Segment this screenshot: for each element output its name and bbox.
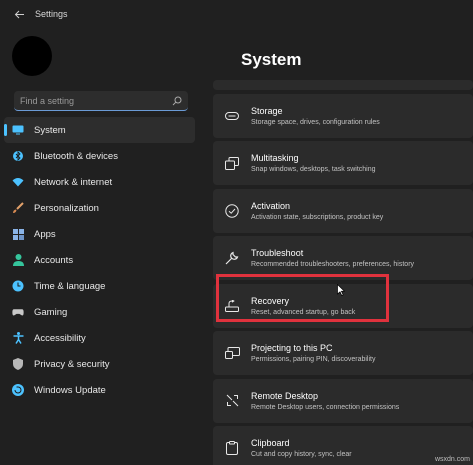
storage-icon xyxy=(224,108,240,124)
settings-list: Storage Storage space, drives, configura… xyxy=(213,80,473,465)
gamepad-icon xyxy=(12,306,24,318)
avatar[interactable] xyxy=(12,36,52,76)
card-subtitle: Permissions, pairing PIN, discoverabilit… xyxy=(251,356,376,363)
card-subtitle: Recommended troubleshooters, preferences… xyxy=(251,261,415,268)
search-icon[interactable] xyxy=(172,96,182,106)
card-subtitle: Snap windows, desktops, task switching xyxy=(251,166,376,173)
sidebar-item-windows-update[interactable]: Windows Update xyxy=(4,377,195,403)
card-title: Recovery xyxy=(251,295,290,306)
card-title: Projecting to this PC xyxy=(251,343,333,353)
accessibility-icon xyxy=(12,332,24,344)
sidebar-nav: System Bluetooth & devices Network & int… xyxy=(4,117,195,403)
clipboard-icon xyxy=(224,440,240,456)
settings-card-activation[interactable]: Activation Activation state, subscriptio… xyxy=(213,188,473,233)
page-title: System xyxy=(241,50,302,69)
settings-card-projecting[interactable]: Projecting to this PC Permissions, pairi… xyxy=(213,331,473,375)
apps-icon xyxy=(12,228,24,240)
card-subtitle: Storage space, drives, configuration rul… xyxy=(251,118,380,126)
sidebar-item-label: Personalization xyxy=(34,202,99,214)
wifi-icon xyxy=(12,176,24,188)
card-subtitle: Cut and copy history, sync, clear xyxy=(251,451,352,458)
sidebar-item-label: Bluetooth & devices xyxy=(34,150,118,162)
sidebar-item-label: Windows Update xyxy=(34,384,106,396)
sidebar-item-accessibility[interactable]: Accessibility xyxy=(4,325,195,351)
sidebar-item-label: Gaming xyxy=(34,306,68,318)
activation-icon xyxy=(224,203,240,219)
title-bar: Settings xyxy=(0,0,473,28)
settings-card-remote-desktop[interactable]: Remote Desktop Remote Desktop users, con… xyxy=(213,378,473,423)
app-title: Settings xyxy=(35,9,68,19)
sidebar-item-label: Accounts xyxy=(34,254,74,266)
sidebar-item-label: Time & language xyxy=(34,280,106,292)
sidebar-item-gaming[interactable]: Gaming xyxy=(4,299,195,325)
sidebar-item-personalization[interactable]: Personalization xyxy=(4,195,195,221)
sidebar-item-accounts[interactable]: Accounts xyxy=(4,247,195,273)
back-arrow-icon xyxy=(14,10,24,18)
sidebar-item-label: Privacy & security xyxy=(34,358,110,370)
remote-desktop-icon xyxy=(224,393,240,409)
bluetooth-icon xyxy=(12,150,24,162)
sidebar-item-bluetooth[interactable]: Bluetooth & devices xyxy=(4,143,195,169)
card-title: Multitasking xyxy=(251,153,299,163)
card-title: Troubleshoot xyxy=(251,248,304,258)
globe-clock-icon xyxy=(12,280,24,292)
sidebar-item-time-language[interactable]: Time & language xyxy=(4,273,195,299)
back-button[interactable] xyxy=(9,4,29,24)
card-title: Storage xyxy=(251,105,283,116)
sidebar-item-label: System xyxy=(34,124,66,136)
sidebar-item-label: Accessibility xyxy=(34,332,86,344)
sidebar-item-privacy[interactable]: Privacy & security xyxy=(4,351,195,377)
search-box[interactable] xyxy=(14,91,188,111)
settings-card-troubleshoot[interactable]: Troubleshoot Recommended troubleshooters… xyxy=(213,236,473,280)
multitasking-icon xyxy=(224,155,240,171)
shield-icon xyxy=(12,358,24,370)
card-title: Clipboard xyxy=(251,438,290,448)
card-subtitle: Reset, advanced startup, go back xyxy=(251,308,356,316)
update-icon xyxy=(12,384,24,396)
brush-icon xyxy=(12,202,24,214)
sidebar-item-system[interactable]: System xyxy=(4,117,195,143)
sidebar-item-label: Network & internet xyxy=(34,176,113,188)
projector-icon xyxy=(224,345,240,361)
card-subtitle: Remote Desktop users, connection permiss… xyxy=(251,403,400,411)
sidebar-item-apps[interactable]: Apps xyxy=(4,221,195,247)
card-title: Activation xyxy=(251,200,291,211)
recovery-icon xyxy=(224,298,240,314)
search-input[interactable] xyxy=(20,95,160,106)
card-title: Remote Desktop xyxy=(251,390,319,401)
system-icon xyxy=(12,124,24,136)
wrench-icon xyxy=(224,250,240,266)
settings-card-storage[interactable]: Storage Storage space, drives, configura… xyxy=(213,93,473,138)
settings-card-partial[interactable] xyxy=(213,80,473,90)
watermark: wsxdn.com xyxy=(434,456,470,463)
sidebar-item-network[interactable]: Network & internet xyxy=(4,169,195,195)
sidebar-item-label: Apps xyxy=(34,228,56,240)
settings-card-multitasking[interactable]: Multitasking Snap windows, desktops, tas… xyxy=(213,141,473,185)
mouse-cursor-icon xyxy=(337,284,345,296)
person-icon xyxy=(12,254,24,266)
card-subtitle: Activation state, subscriptions, product… xyxy=(251,213,384,221)
